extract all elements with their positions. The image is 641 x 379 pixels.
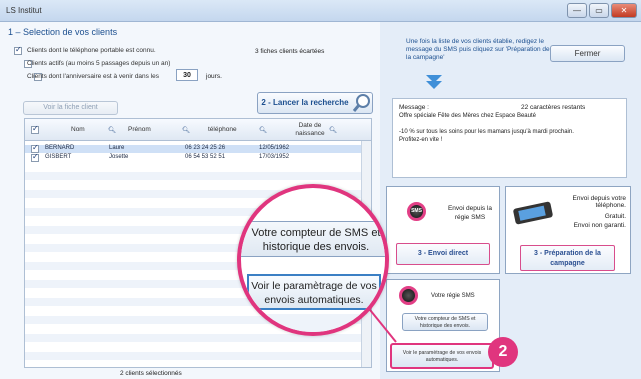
empty-row — [25, 352, 371, 360]
direct-send-text: Envoi depuis la régie SMS — [447, 205, 493, 221]
selected-count: 2 clients sélectionnés — [120, 370, 182, 377]
filter-date-icon[interactable]: 🔍︎ — [329, 126, 337, 134]
excluded-count: 3 fiches clients écartées — [255, 48, 325, 55]
zoom-counter-button: Votre compteur de SMS et historique des … — [241, 221, 385, 257]
search-button-label: 2 - Lancer la recherche — [261, 98, 349, 107]
cell-date: 12/05/1962 — [259, 145, 290, 151]
search-icon — [352, 94, 370, 112]
sms-icon: SMS — [407, 202, 426, 221]
cell-nom: GISBERT — [45, 154, 72, 160]
minimize-button[interactable]: — — [567, 3, 587, 18]
phone-text-3: Envoi non garanti. — [573, 222, 626, 229]
automatic-settings-button[interactable]: Voir le paramètrage de vos envois automa… — [390, 343, 494, 369]
cell-nom: BERNARD — [45, 145, 75, 151]
regie-sms-icon — [399, 286, 418, 305]
mobile-checkbox[interactable] — [14, 45, 22, 55]
regie-label: Votre régie SMS — [431, 293, 475, 299]
step-badge: 2 — [488, 337, 518, 367]
grid-header: Nom Prénom téléphone Date de naissance 🔍… — [25, 119, 371, 141]
row-checkbox[interactable] — [31, 152, 39, 162]
table-row[interactable]: BERNARD Laure 06 23 24 25 26 12/05/1962 — [25, 143, 371, 153]
section-title: 1 – Selection de vos clients — [8, 27, 118, 37]
col-date[interactable]: Date de naissance — [293, 122, 327, 138]
title-bar: LS Institut — ▭ ✕ — [0, 0, 641, 22]
birthday-suffix: jours. — [206, 73, 222, 80]
filter-prenom-icon[interactable]: 🔍︎ — [182, 126, 190, 134]
message-label: Message : — [399, 104, 429, 111]
empty-row — [25, 172, 371, 180]
zoom-settings-button: Voir le paramètrage de vos envois automa… — [247, 274, 381, 310]
message-line-3: Profitez-en vite ! — [399, 137, 443, 143]
filter-telephone-icon[interactable]: 🔍︎ — [259, 126, 267, 134]
table-row[interactable]: GISBERT Josette 06 54 53 52 51 17/03/195… — [25, 152, 371, 162]
smartphone-icon — [513, 201, 553, 225]
mobile-filter-label: Clients dont le téléphone portable est c… — [27, 47, 156, 54]
remaining-chars: 22 caractères restants — [521, 104, 586, 111]
phone-text-2: Gratuit. — [604, 213, 626, 220]
cell-prenom: Josette — [109, 154, 129, 160]
birthday-days-input[interactable]: 30 — [176, 69, 198, 81]
instructions-text: Une fois la liste de vos clients établie… — [406, 38, 550, 61]
cell-telephone: 06 23 24 25 26 — [185, 145, 226, 151]
arrow-down-icon — [426, 75, 442, 89]
view-client-button[interactable]: Voir la fiche client — [23, 101, 118, 115]
direct-send-card: SMS Envoi depuis la régie SMS 3 - Envoi … — [386, 186, 500, 274]
birthday-filter-label: Clients dont l'anniversaire est à venir … — [27, 73, 160, 80]
cell-date: 17/03/1952 — [259, 154, 290, 160]
sms-counter-button[interactable]: Votre compteur de SMS et historique des … — [402, 313, 488, 331]
select-all-checkbox[interactable] — [31, 124, 39, 134]
col-prenom[interactable]: Prénom — [128, 126, 151, 133]
direct-send-button[interactable]: 3 - Envoi direct — [396, 243, 490, 265]
phone-text-1: Envoi depuis votre téléphone. — [572, 195, 626, 209]
maximize-button[interactable]: ▭ — [589, 3, 609, 18]
campaign-button[interactable]: 3 - Préparation de la campagne — [520, 245, 615, 271]
close-window-button[interactable]: ✕ — [611, 3, 637, 18]
cell-telephone: 06 54 53 52 51 — [185, 154, 226, 160]
col-nom[interactable]: Nom — [71, 126, 85, 133]
col-telephone[interactable]: téléphone — [208, 126, 237, 133]
message-box[interactable]: Message : 22 caractères restants Offre s… — [392, 98, 627, 178]
phone-send-card: Envoi depuis votre téléphone. Gratuit. E… — [505, 186, 631, 274]
zoom-magnifier: Votre compteur de SMS et historique des … — [237, 184, 389, 336]
regie-card: Votre régie SMS Votre compteur de SMS et… — [386, 279, 500, 372]
active-filter-label: Clients actifs (au moins 5 passages depu… — [27, 60, 171, 67]
close-button[interactable]: Fermer — [550, 45, 625, 62]
filter-nom-icon[interactable]: 🔍︎ — [108, 126, 116, 134]
message-line-1: Offre spéciale Fête des Mères chez Espac… — [399, 113, 536, 119]
message-line-2: -10 % sur tous les soins pour les mamans… — [399, 129, 574, 135]
window-title: LS Institut — [6, 6, 42, 15]
cell-prenom: Laure — [109, 145, 125, 151]
